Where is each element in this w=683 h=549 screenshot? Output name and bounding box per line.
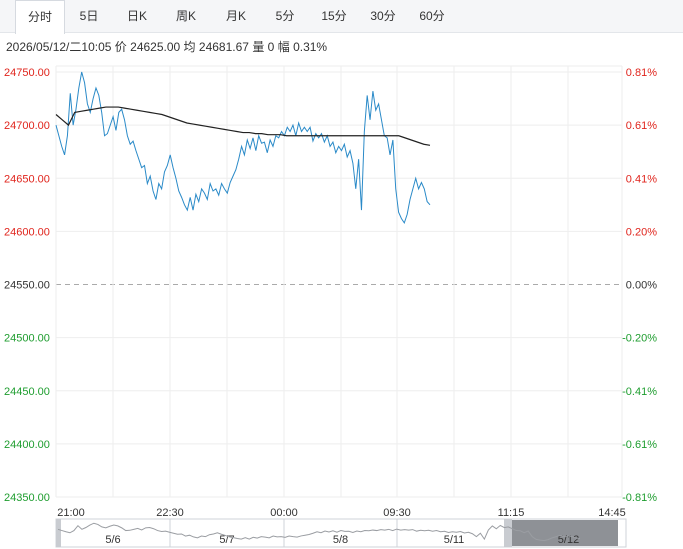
time-tick-label: 22:30 xyxy=(156,507,184,519)
price-axis: 24750.00 24700.00 24650.00 24600.00 24550.00… xyxy=(4,67,50,504)
average-line xyxy=(55,106,431,146)
price-tick-label: 24400.00 xyxy=(4,439,50,451)
percent-tick-label: 0.41% xyxy=(626,173,657,185)
chart-grid xyxy=(55,65,623,498)
range-navigator: 5/6 5/7 5/8 5/11 5/12 xyxy=(55,518,627,548)
time-tick-label: 21:00 xyxy=(57,507,85,519)
navigator-day-label: 5/6 xyxy=(105,534,120,546)
time-axis: 21:00 22:30 00:00 09:30 11:15 14:45 xyxy=(57,507,626,519)
time-tick-label: 09:30 xyxy=(383,507,411,519)
percent-tick-label: 0.81% xyxy=(626,67,657,79)
percent-tick-label: -0.61% xyxy=(622,439,657,451)
percent-tick-label: -0.41% xyxy=(622,386,657,398)
price-tick-label: 24500.00 xyxy=(4,333,50,345)
price-tick-label: 24550.00 xyxy=(4,280,50,292)
percent-tick-label: 0.61% xyxy=(626,120,657,132)
price-tick-label: 24750.00 xyxy=(4,67,50,79)
time-tick-label: 00:00 xyxy=(270,507,298,519)
navigator-day-label: 5/11 xyxy=(444,534,465,546)
price-tick-label: 24650.00 xyxy=(4,173,50,185)
price-tick-label: 24600.00 xyxy=(4,226,50,238)
chart-lines xyxy=(55,71,431,224)
price-tick-label: 24350.00 xyxy=(4,492,50,504)
navigator-handle-right xyxy=(504,519,512,547)
percent-axis: 0.81% 0.61% 0.41% 0.20% 0.00% -0.20% -0.41% -0.… xyxy=(622,67,657,504)
percent-tick-label: -0.20% xyxy=(622,333,657,345)
percent-tick-label: 0.20% xyxy=(626,226,657,238)
price-line xyxy=(55,71,431,224)
navigator-day-label: 5/8 xyxy=(333,534,348,546)
percent-tick-label: -0.81% xyxy=(622,492,657,504)
price-tick-label: 24450.00 xyxy=(4,386,50,398)
price-tick-label: 24700.00 xyxy=(4,120,50,132)
navigator-handle-left xyxy=(56,519,61,547)
percent-tick-label: 0.00% xyxy=(626,280,657,292)
time-tick-label: 11:15 xyxy=(498,507,525,519)
intraday-chart: 24750.00 24700.00 24650.00 24600.00 24550.00… xyxy=(4,65,657,548)
time-tick-label: 14:45 xyxy=(598,507,626,519)
